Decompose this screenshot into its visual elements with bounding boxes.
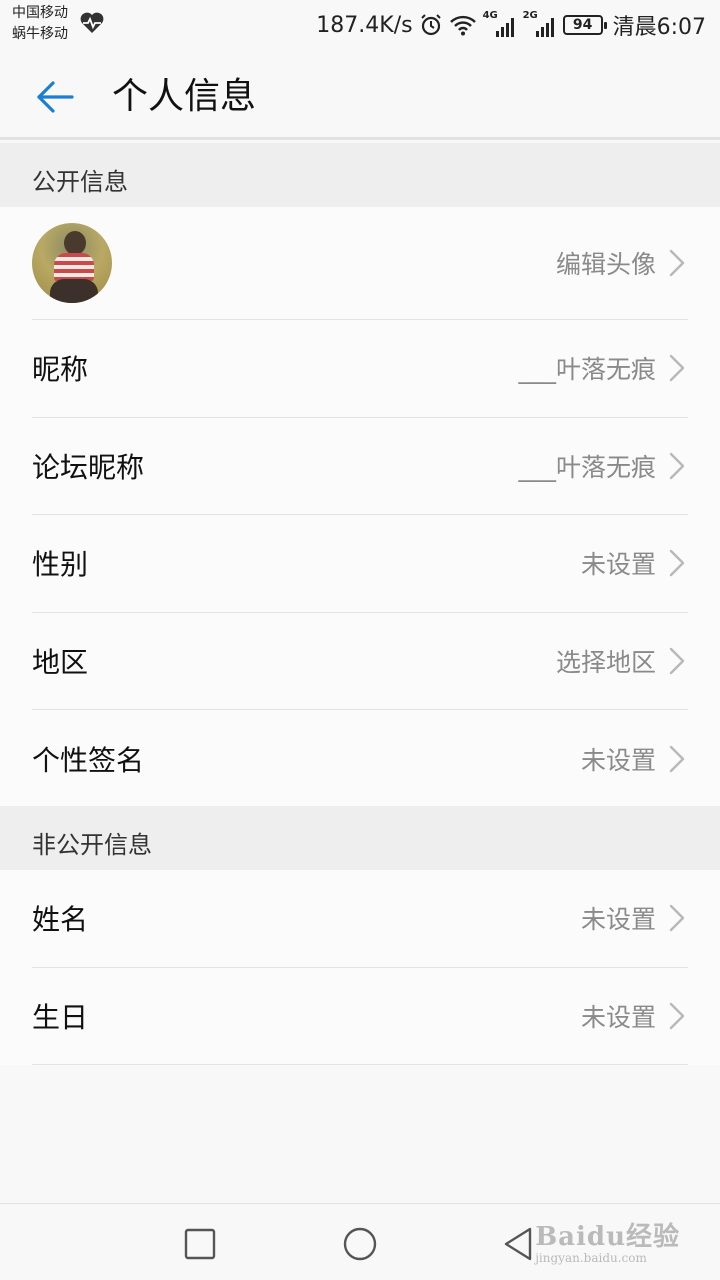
battery-icon: 94	[562, 15, 607, 35]
row-label: 地区	[32, 646, 89, 680]
row-label: 昵称	[32, 353, 89, 387]
wifi-icon	[449, 15, 476, 36]
nickname-row[interactable]: 昵称 ___叶落无痕	[32, 320, 688, 418]
row-value: 未设置	[580, 1002, 656, 1032]
forum-nickname-row[interactable]: 论坛昵称 ___叶落无痕	[32, 418, 688, 516]
status-indicators: 187.4K/s 4G 2G 94 清晨6:07	[316, 8, 706, 42]
clock: 清晨6:07	[612, 15, 706, 40]
chevron-right-icon	[669, 1002, 685, 1030]
circle-icon	[343, 1227, 377, 1261]
private-info-list: 姓名 未设置 生日 未设置	[0, 870, 720, 1066]
heart-rate-icon	[80, 12, 104, 33]
home-button[interactable]	[340, 1224, 380, 1264]
chevron-right-icon	[669, 647, 685, 675]
row-value: 选择地区	[555, 648, 656, 678]
chevron-right-icon	[669, 355, 685, 382]
app-header: 个人信息	[0, 50, 720, 140]
row-label: 生日	[32, 1000, 89, 1034]
watermark-brand: Baidu经验	[535, 1222, 680, 1252]
row-value: 未设置	[580, 745, 656, 775]
row-value: ___叶落无痕	[518, 355, 656, 385]
chevron-right-icon	[669, 452, 685, 480]
region-row[interactable]: 地区 选择地区	[32, 613, 688, 711]
row-value: 未设置	[580, 550, 656, 580]
section-title: 非公开信息	[32, 831, 152, 859]
carrier-1-label: 中国移动	[12, 5, 68, 21]
avatar[interactable]	[32, 223, 112, 303]
section-title: 公开信息	[32, 168, 128, 196]
alarm-icon	[420, 14, 441, 36]
row-value: ___叶落无痕	[518, 452, 656, 482]
name-row[interactable]: 姓名 未设置	[32, 870, 688, 968]
page-title: 个人信息	[112, 76, 257, 117]
birthday-row[interactable]: 生日 未设置	[32, 968, 688, 1066]
recents-button[interactable]	[180, 1224, 220, 1264]
public-info-list: 编辑头像 昵称 ___叶落无痕 论坛昵称 ___叶落无痕 性别 未设置 地区 选…	[0, 207, 720, 808]
signature-row[interactable]: 个性签名 未设置	[32, 710, 688, 808]
arrow-left-icon	[37, 81, 74, 113]
chevron-right-icon	[669, 550, 685, 577]
sim1-signal: 4G	[483, 10, 517, 38]
chevron-right-icon	[669, 905, 685, 932]
signal-bars-icon	[535, 18, 554, 37]
triangle-back-icon	[504, 1227, 532, 1261]
edit-avatar-label: 编辑头像	[555, 250, 656, 279]
row-label: 姓名	[32, 903, 89, 937]
gender-row[interactable]: 性别 未设置	[32, 515, 688, 613]
signal-bars-icon	[495, 18, 514, 37]
baidu-watermark: Baidu经验 jingyan.baidu.com	[535, 1216, 680, 1265]
battery-level: 94	[572, 17, 593, 33]
row-value: 未设置	[580, 905, 656, 935]
chevron-right-icon	[669, 249, 685, 277]
back-button[interactable]	[30, 75, 80, 119]
back-nav-button[interactable]	[500, 1224, 540, 1264]
watermark-url: jingyan.baidu.com	[535, 1251, 647, 1265]
square-icon	[184, 1228, 216, 1260]
chevron-right-icon	[669, 745, 685, 772]
private-section-header: 非公开信息	[0, 806, 720, 870]
sim2-signal: 2G	[523, 10, 557, 38]
status-bar: 中国移动 蜗牛移动 187.4K/s 4G 2G 94 清晨6:07	[0, 0, 720, 50]
carrier-2-label: 蜗牛移动	[12, 26, 68, 42]
public-section-header: 公开信息	[0, 143, 720, 207]
carrier-info: 中国移动 蜗牛移动	[12, 3, 68, 45]
row-label: 论坛昵称	[32, 450, 145, 484]
net-speed: 187.4K/s	[316, 12, 413, 38]
system-nav-bar: Baidu经验 jingyan.baidu.com	[0, 1203, 720, 1280]
row-label: 性别	[32, 548, 89, 582]
row-label: 个性签名	[32, 743, 145, 777]
avatar-row[interactable]: 编辑头像	[32, 207, 688, 320]
